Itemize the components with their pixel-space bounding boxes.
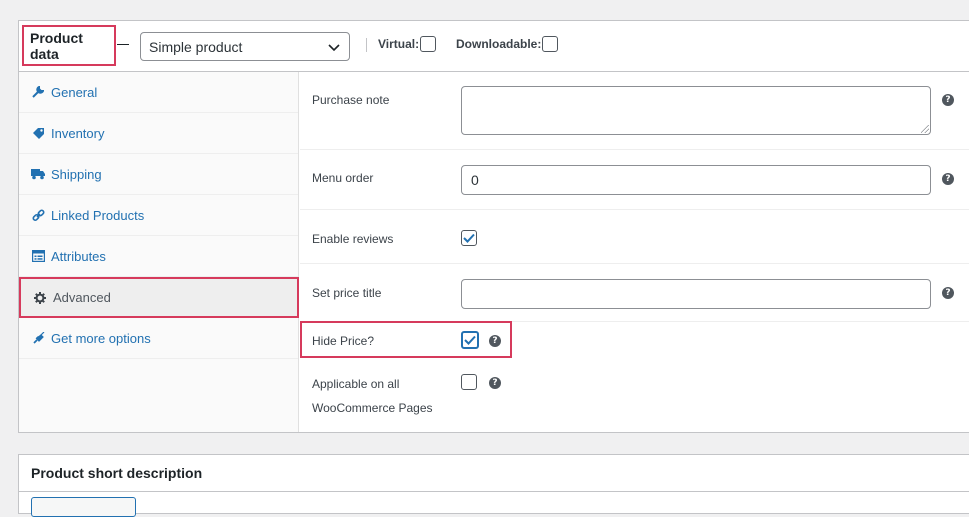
hide-price-checkbox[interactable] bbox=[461, 331, 479, 349]
applicable-label-line1: Applicable on all bbox=[312, 377, 400, 391]
tab-inventory-label: Inventory bbox=[51, 125, 105, 141]
product-data-title: Product data bbox=[22, 25, 116, 66]
menu-order-row: Menu order 0 ? bbox=[300, 150, 969, 210]
help-icon[interactable]: ? bbox=[942, 287, 954, 299]
enable-reviews-checkbox[interactable] bbox=[461, 230, 477, 246]
help-icon[interactable]: ? bbox=[489, 377, 501, 389]
menu-order-label: Menu order bbox=[312, 171, 374, 185]
set-price-title-row: Set price title ? bbox=[300, 264, 969, 322]
table-icon bbox=[31, 249, 45, 263]
resize-grip-icon[interactable] bbox=[921, 125, 929, 133]
product-data-panel: Product data Simple product Virtual: Dow… bbox=[18, 20, 969, 433]
purchase-note-textarea[interactable] bbox=[461, 86, 931, 135]
tab-get-more-options-label: Get more options bbox=[51, 330, 151, 346]
applicable-checkbox[interactable] bbox=[461, 374, 477, 390]
plugin-icon bbox=[31, 331, 45, 345]
tab-general-label: General bbox=[51, 84, 98, 100]
tag-icon bbox=[31, 126, 45, 140]
hide-price-label: Hide Price? bbox=[312, 334, 375, 348]
applicable-label-line2: WooCommerce Pages bbox=[312, 401, 433, 415]
virtual-option[interactable]: Virtual: bbox=[378, 36, 437, 52]
tab-advanced[interactable]: Advanced bbox=[19, 277, 299, 318]
tab-inventory[interactable]: Inventory bbox=[19, 113, 298, 154]
product-type-value: Simple product bbox=[149, 38, 243, 55]
advanced-panel: Purchase note ? Menu order 0 ? Enable re… bbox=[300, 72, 969, 432]
chevron-down-icon bbox=[328, 44, 340, 52]
short-description-title: Product short description bbox=[19, 455, 969, 492]
downloadable-option[interactable]: Downloadable: bbox=[456, 36, 559, 52]
title-dash-divider bbox=[117, 44, 129, 45]
tab-linked-products[interactable]: Linked Products bbox=[19, 195, 298, 236]
help-icon[interactable]: ? bbox=[489, 335, 501, 347]
product-data-header: Product data Simple product Virtual: Dow… bbox=[19, 21, 969, 72]
tab-general[interactable]: General bbox=[19, 72, 298, 113]
tab-attributes[interactable]: Attributes bbox=[19, 236, 298, 277]
purchase-note-row: Purchase note ? bbox=[300, 72, 969, 150]
checkmark-icon bbox=[463, 233, 475, 243]
short-description-panel: Product short description bbox=[18, 454, 969, 517]
virtual-checkbox[interactable] bbox=[420, 36, 437, 52]
help-icon[interactable]: ? bbox=[942, 173, 954, 185]
link-icon bbox=[31, 208, 45, 222]
header-separator bbox=[366, 38, 367, 52]
gear-icon bbox=[33, 291, 47, 305]
add-media-button[interactable] bbox=[31, 497, 136, 517]
product-type-select[interactable]: Simple product bbox=[140, 32, 350, 61]
tab-shipping-label: Shipping bbox=[51, 166, 102, 182]
menu-order-value: 0 bbox=[471, 172, 479, 188]
set-price-title-input[interactable] bbox=[461, 279, 931, 309]
tab-get-more-options[interactable]: Get more options bbox=[19, 318, 298, 359]
tab-advanced-label: Advanced bbox=[53, 290, 111, 305]
menu-order-input[interactable]: 0 bbox=[461, 165, 931, 195]
truck-icon bbox=[31, 167, 45, 181]
virtual-label: Virtual: bbox=[378, 37, 420, 51]
tab-shipping[interactable]: Shipping bbox=[19, 154, 298, 195]
help-icon[interactable]: ? bbox=[942, 94, 954, 106]
tab-linked-products-label: Linked Products bbox=[51, 207, 145, 223]
product-data-tabs: General Inventory Shipping Linked Produc… bbox=[19, 72, 299, 432]
downloadable-checkbox[interactable] bbox=[542, 36, 559, 52]
enable-reviews-label: Enable reviews bbox=[312, 232, 394, 246]
checkmark-icon bbox=[464, 335, 476, 345]
tab-attributes-label: Attributes bbox=[51, 248, 106, 264]
set-price-title-label: Set price title bbox=[312, 286, 382, 300]
wrench-icon bbox=[31, 85, 45, 99]
purchase-note-label: Purchase note bbox=[312, 93, 390, 107]
enable-reviews-row: Enable reviews bbox=[300, 210, 969, 264]
downloadable-label: Downloadable: bbox=[456, 37, 542, 51]
